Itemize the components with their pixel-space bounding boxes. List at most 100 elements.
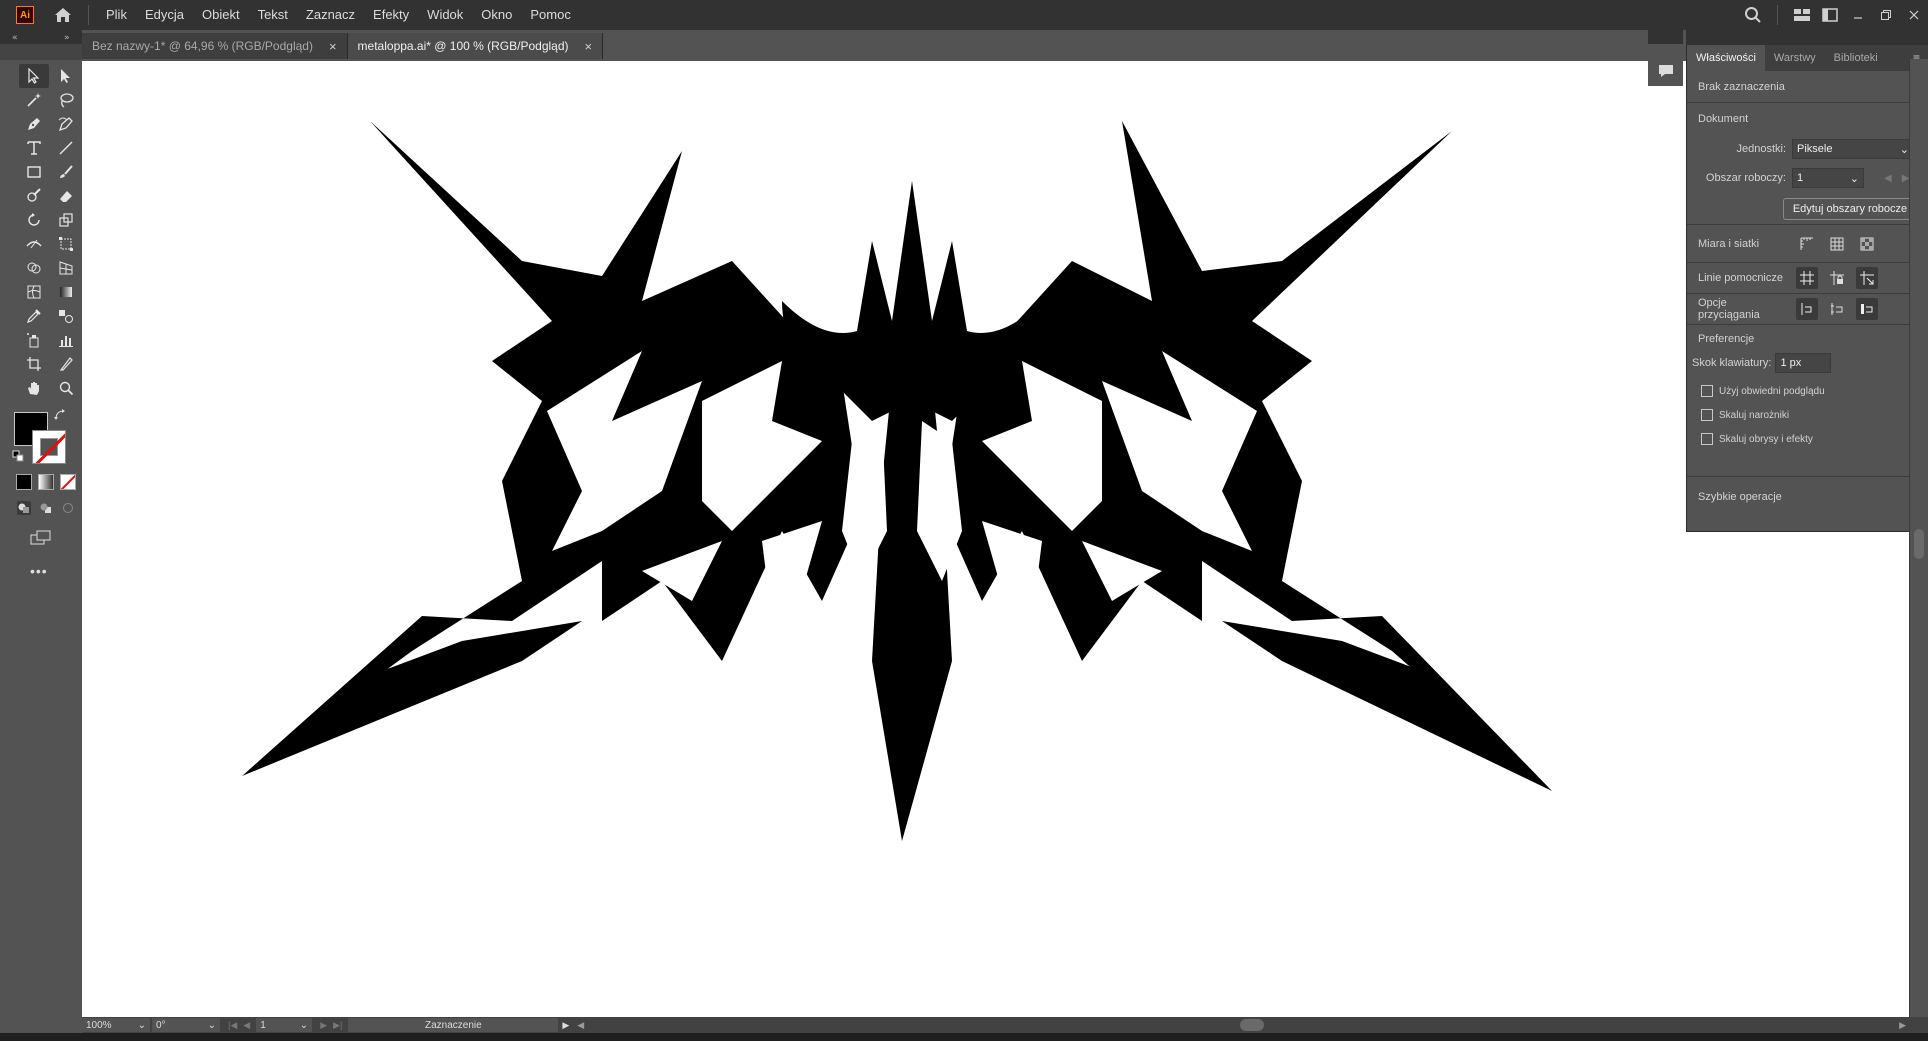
menu-zaznacz[interactable]: Zaznacz [297, 0, 364, 30]
toolbar-header[interactable]: «» [0, 30, 82, 44]
snap-to-grid-icon[interactable] [1826, 298, 1848, 320]
blend-tool-icon[interactable] [51, 304, 81, 328]
tab-libraries[interactable]: Biblioteki [1825, 45, 1887, 71]
rotate-tool-icon[interactable] [19, 208, 49, 232]
snap-to-point-icon[interactable] [1796, 298, 1818, 320]
default-fill-stroke-icon[interactable] [12, 450, 24, 462]
scale-tool-icon[interactable] [51, 208, 81, 232]
menu-efekty[interactable]: Efekty [364, 0, 418, 30]
keyboard-increment-input[interactable]: 1 px [1775, 353, 1832, 373]
snap-to-pixel-icon[interactable] [1856, 298, 1878, 320]
shape-builder-tool-icon[interactable] [19, 256, 49, 280]
scroll-right-icon[interactable]: ▶ [1899, 1020, 1906, 1031]
close-tab-icon[interactable]: × [585, 39, 593, 54]
width-tool-icon[interactable] [19, 232, 49, 256]
previous-artboard-icon[interactable]: ◀ [243, 1020, 250, 1031]
artboard-tool-icon[interactable] [19, 352, 49, 376]
toolbar-grip[interactable] [0, 44, 82, 60]
edit-toolbar-icon[interactable]: ••• [8, 563, 82, 579]
panel-header[interactable] [1686, 30, 1928, 45]
zoom-dropdown[interactable]: 100% ⌄ [82, 1018, 150, 1032]
vertical-scrollbar[interactable] [1909, 59, 1928, 1041]
draw-behind-icon[interactable] [38, 500, 54, 516]
curvature-tool-icon[interactable] [51, 112, 81, 136]
gradient-mode-icon[interactable] [38, 474, 54, 490]
stroke-swatch[interactable] [32, 430, 66, 464]
close-window-icon[interactable] [1900, 0, 1928, 30]
pen-tool-icon[interactable] [19, 112, 49, 136]
use-preview-bounds-checkbox[interactable]: Użyj obwiedni podglądu [1701, 379, 1917, 403]
tab-metaloppa[interactable]: metaloppa.ai* @ 100 % (RGB/Podgląd) × [347, 33, 604, 59]
grid-icon[interactable] [1826, 233, 1848, 255]
tab-properties[interactable]: Właściwości [1687, 45, 1765, 71]
eyedropper-tool-icon[interactable] [19, 304, 49, 328]
mesh-tool-icon[interactable] [19, 280, 49, 304]
canvas-area[interactable] [82, 59, 1909, 1017]
symbol-sprayer-tool-icon[interactable] [19, 328, 49, 352]
units-dropdown[interactable]: Piksele ⌄ [1792, 139, 1914, 159]
slice-tool-icon[interactable] [51, 352, 81, 376]
artboard-navigation-dropdown[interactable]: 1 ⌄ [256, 1018, 313, 1032]
color-mode-icon[interactable] [16, 474, 32, 490]
horizontal-scroll-thumb[interactable] [1240, 1019, 1264, 1031]
swap-fill-stroke-icon[interactable] [53, 408, 67, 422]
lasso-tool-icon[interactable] [51, 88, 81, 112]
screen-mode-icon[interactable] [8, 530, 82, 549]
last-artboard-icon[interactable]: ▶| [333, 1020, 342, 1031]
column-graph-tool-icon[interactable] [51, 328, 81, 352]
arrange-documents-icon[interactable] [1788, 0, 1816, 30]
hand-tool-icon[interactable] [19, 376, 49, 400]
zoom-tool-icon[interactable] [51, 376, 81, 400]
none-mode-icon[interactable] [60, 474, 76, 490]
show-guides-icon[interactable] [1796, 267, 1818, 289]
perspective-grid-tool-icon[interactable] [51, 256, 81, 280]
artboard-dropdown[interactable]: 1 ⌄ [1792, 168, 1864, 188]
artboard[interactable] [82, 61, 1909, 1017]
next-artboard-icon[interactable]: ▶ [320, 1020, 327, 1031]
current-tool-display[interactable]: Zaznaczenie [348, 1018, 559, 1032]
checkbox-box[interactable] [1701, 385, 1713, 397]
workspace-switcher-icon[interactable] [1816, 0, 1844, 30]
comments-icon[interactable] [1648, 56, 1683, 86]
menu-edycja[interactable]: Edycja [136, 0, 193, 30]
metal-logo-artwork[interactable] [82, 61, 1909, 1017]
menu-pomoc[interactable]: Pomoc [521, 0, 579, 30]
comment-panel-header[interactable] [1648, 30, 1683, 44]
selection-tool-icon[interactable] [19, 64, 49, 88]
rotation-dropdown[interactable]: 0° ⌄ [152, 1018, 220, 1032]
rectangle-tool-icon[interactable] [19, 160, 49, 184]
eraser-tool-icon[interactable] [51, 184, 81, 208]
draw-normal-icon[interactable] [16, 500, 32, 516]
free-transform-tool-icon[interactable] [51, 232, 81, 256]
direct-selection-tool-icon[interactable] [51, 64, 81, 88]
checkbox-box[interactable] [1701, 433, 1713, 445]
scale-corners-checkbox[interactable]: Skaluj narożniki [1701, 403, 1917, 427]
scroll-left-icon[interactable]: ◀ [577, 1020, 584, 1031]
checkbox-box[interactable] [1701, 409, 1713, 421]
gradient-tool-icon[interactable] [51, 280, 81, 304]
search-icon[interactable] [1739, 0, 1767, 30]
restore-icon[interactable] [1872, 0, 1900, 30]
menu-widok[interactable]: Widok [418, 0, 472, 30]
paintbrush-tool-icon[interactable] [51, 160, 81, 184]
close-tab-icon[interactable]: × [329, 39, 337, 54]
scale-strokes-effects-checkbox[interactable]: Skaluj obrysy i efekty [1701, 427, 1917, 451]
menu-plik[interactable]: Plik [97, 0, 136, 30]
first-artboard-icon[interactable]: |◀ [228, 1020, 237, 1031]
menu-tekst[interactable]: Tekst [249, 0, 297, 30]
vertical-scroll-thumb[interactable] [1914, 529, 1924, 559]
prev-artboard-icon[interactable]: ◀ [1884, 173, 1892, 184]
menu-obiekt[interactable]: Obiekt [193, 0, 249, 30]
edit-artboards-button[interactable]: Edytuj obszary robocze [1783, 198, 1917, 220]
type-tool-icon[interactable] [19, 136, 49, 160]
rulers-icon[interactable] [1796, 233, 1818, 255]
line-segment-tool-icon[interactable] [51, 136, 81, 160]
draw-inside-icon[interactable] [60, 500, 76, 516]
lock-guides-icon[interactable] [1826, 267, 1848, 289]
menu-okno[interactable]: Okno [472, 0, 521, 30]
magic-wand-tool-icon[interactable] [19, 88, 49, 112]
smart-guides-icon[interactable] [1856, 267, 1878, 289]
home-icon[interactable] [52, 4, 74, 26]
shaper-tool-icon[interactable] [19, 184, 49, 208]
minimize-icon[interactable] [1844, 0, 1872, 30]
